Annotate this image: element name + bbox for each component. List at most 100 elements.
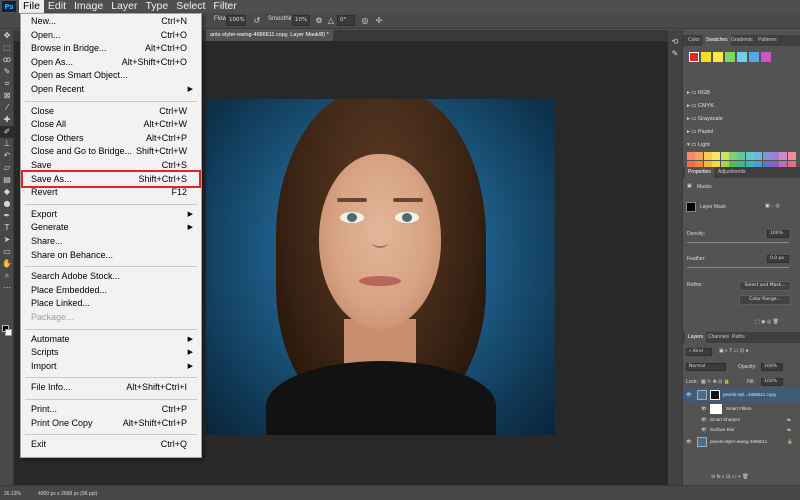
menu-item-import[interactable]: Import ▶ (21, 360, 201, 373)
layer-row-original[interactable]: 👁 pexels-styler-ewing-4686611 🔒 (683, 435, 800, 449)
menu-item-print[interactable]: Print... Ctrl+P (21, 403, 201, 416)
light-swatch[interactable] (737, 161, 746, 167)
density-slider[interactable] (687, 242, 789, 243)
path-select-tool-icon[interactable]: ➤ (0, 234, 14, 246)
menu-select[interactable]: Select (172, 0, 209, 13)
light-swatch[interactable] (737, 152, 746, 160)
recent-swatch[interactable] (689, 52, 699, 62)
light-swatch[interactable] (687, 152, 695, 160)
menu-item-revert[interactable]: Revert F12 (21, 186, 201, 199)
layer-mask-thumbnail[interactable] (686, 202, 696, 212)
menu-image[interactable]: Image (70, 0, 107, 13)
swatch-folder-grayscale[interactable]: ▸ ▭ Grayscale (687, 114, 723, 125)
light-swatch[interactable] (712, 152, 721, 160)
smoothing-field[interactable]: 10% (292, 15, 310, 26)
layer-filter-select[interactable]: ⌕ Kind (686, 348, 712, 356)
clone-stamp-tool-icon[interactable]: ⊥ (0, 138, 14, 150)
recent-swatch[interactable] (761, 52, 771, 62)
light-swatch[interactable] (754, 161, 763, 167)
menu-item-place-embedded[interactable]: Place Embedded... (21, 284, 201, 297)
tab-paths[interactable]: Paths (729, 332, 748, 343)
light-swatch[interactable] (779, 161, 788, 167)
menu-type[interactable]: Type (141, 0, 172, 13)
swatch-folder-pastel[interactable]: ▸ ▭ Pastel (687, 127, 713, 138)
menu-item-new[interactable]: New... Ctrl+N (21, 15, 201, 28)
quick-select-tool-icon[interactable]: ✎ (0, 66, 14, 78)
menu-item-open-as-smart-object[interactable]: Open as Smart Object... (21, 69, 201, 82)
density-field[interactable]: 100% (767, 230, 789, 238)
menu-item-browse-in-bridge[interactable]: Browse in Bridge... Alt+Ctrl+O (21, 42, 201, 55)
recent-swatch[interactable] (749, 52, 759, 62)
light-swatch[interactable] (745, 152, 754, 160)
document-tab-active[interactable]: ants-styler-ewing-4686611 copy, Layer Ma… (206, 30, 333, 41)
tab-gradients[interactable]: Gradients (728, 35, 756, 46)
eyedropper-tool-icon[interactable]: ⁄ (0, 102, 14, 114)
tab-color[interactable]: Color (685, 35, 703, 46)
feather-field[interactable]: 0.0 px (767, 255, 789, 263)
recent-swatch[interactable] (737, 52, 747, 62)
feather-slider[interactable] (687, 267, 789, 268)
menu-item-exit[interactable]: Exit Ctrl+Q (21, 438, 201, 451)
light-swatch[interactable] (771, 161, 779, 167)
symmetry-icon[interactable]: ✢ (374, 15, 384, 26)
recent-swatch[interactable] (701, 52, 711, 62)
lasso-tool-icon[interactable]: ꝏ (0, 54, 14, 66)
light-swatch[interactable] (745, 161, 754, 167)
healing-tool-icon[interactable]: ✚ (0, 114, 14, 126)
zoom-tool-icon[interactable]: ⌕ (0, 270, 14, 282)
hand-tool-icon[interactable]: ✋ (0, 258, 14, 270)
light-swatch[interactable] (720, 152, 729, 160)
move-tool-icon[interactable]: ✥ (0, 30, 14, 42)
mask-footer-icons[interactable]: ⬚ ◉ ◎ 🗑 (755, 319, 779, 325)
lock-icons[interactable]: ▦ ✎ ✥ ⊡ 🔒 (701, 379, 730, 385)
opacity-field[interactable]: 100% (761, 363, 783, 371)
light-swatch[interactable] (779, 152, 788, 160)
menu-item-close-others[interactable]: Close Others Alt+Ctrl+P (21, 132, 201, 145)
menu-item-place-linked[interactable]: Place Linked... (21, 297, 201, 310)
swatch-folder-cmyk[interactable]: ▸ ▭ CMYK (687, 101, 714, 112)
tab-layers[interactable]: Layers (685, 332, 707, 343)
light-swatch[interactable] (687, 161, 695, 167)
visibility-eye-icon[interactable]: 👁 (686, 388, 692, 402)
airbrush-icon[interactable]: ↺ (252, 15, 262, 26)
light-swatch[interactable] (729, 152, 737, 160)
background-color-swatch[interactable] (5, 329, 12, 336)
tab-adjustments[interactable]: Adjustments (715, 167, 749, 178)
history-panel-icon[interactable]: ⟲ (668, 36, 682, 48)
recent-swatch[interactable] (713, 52, 723, 62)
light-swatch[interactable] (729, 161, 737, 167)
zoom-level[interactable]: 26.13% (4, 491, 21, 497)
menu-item-share-on-behance[interactable]: Share on Behance... (21, 249, 201, 262)
blend-mode-select[interactable]: Normal (686, 363, 726, 371)
angle-field[interactable]: 0° (337, 15, 355, 26)
swatch-folder-light[interactable]: ▾ ▭ Light (687, 140, 710, 151)
menu-item-share[interactable]: Share... (21, 235, 201, 248)
menu-item-scripts[interactable]: Scripts ▶ (21, 346, 201, 359)
shape-tool-icon[interactable]: ▭ (0, 246, 14, 258)
menu-item-close-and-go-to-bridge[interactable]: Close and Go to Bridge... Shift+Ctrl+W (21, 145, 201, 158)
light-swatch[interactable] (754, 152, 763, 160)
menu-item-save[interactable]: Save Ctrl+S (21, 159, 201, 172)
visibility-eye-icon[interactable]: 👁 (686, 435, 692, 449)
brush-settings-icon[interactable]: ✎ (668, 48, 682, 60)
gradient-tool-icon[interactable]: ▤ (0, 174, 14, 186)
menu-item-file-info[interactable]: File Info... Alt+Shift+Ctrl+I (21, 381, 201, 394)
menu-item-search-adobe-stock[interactable]: Search Adobe Stock... (21, 270, 201, 283)
light-swatch[interactable] (787, 161, 796, 167)
flow-field[interactable]: 100% (226, 15, 246, 26)
menu-item-close-all[interactable]: Close All Alt+Ctrl+W (21, 118, 201, 131)
light-swatch[interactable] (762, 152, 771, 160)
pressure-opacity-icon[interactable]: ◎ (360, 15, 370, 26)
gear-icon[interactable]: ⚙ (314, 15, 324, 26)
light-swatch[interactable] (703, 152, 712, 160)
color-range-button[interactable]: Color Range... (739, 295, 791, 305)
marquee-tool-icon[interactable]: ⬚ (0, 42, 14, 54)
mask-options-icon[interactable]: ▣ ◌ ◎ (765, 203, 780, 209)
menu-file[interactable]: File (19, 0, 44, 13)
light-swatch[interactable] (720, 161, 729, 167)
menu-item-close[interactable]: Close Ctrl+W (21, 105, 201, 118)
light-swatch[interactable] (695, 161, 704, 167)
tab-properties[interactable]: Properties (685, 167, 714, 178)
menu-item-print-one-copy[interactable]: Print One Copy Alt+Shift+Ctrl+P (21, 417, 201, 430)
portrait-photo[interactable] (206, 99, 555, 435)
